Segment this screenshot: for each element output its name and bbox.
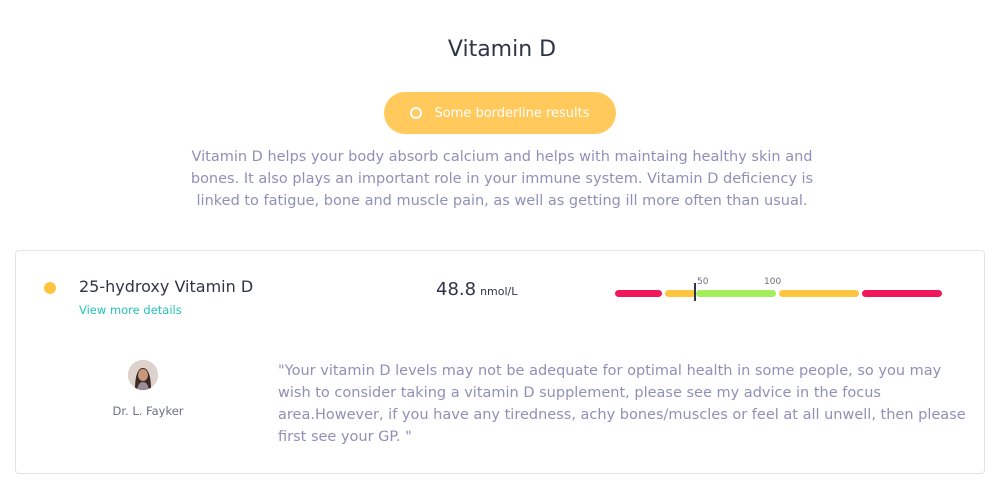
marker-result-value: 48.8 nmol/L bbox=[436, 279, 517, 300]
range-tick-50: 50 bbox=[697, 277, 709, 287]
result-unit: nmol/L bbox=[480, 285, 518, 298]
doctor-advice: "Your vitamin D levels may not be adequa… bbox=[278, 363, 966, 445]
view-more-details-link[interactable]: View more details bbox=[79, 303, 182, 317]
doctor-avatar bbox=[128, 360, 158, 390]
result-number: 48.8 bbox=[436, 279, 477, 300]
range-segment-low bbox=[615, 290, 662, 297]
status-badge: Some borderline results bbox=[384, 92, 616, 134]
range-tick-100: 100 bbox=[764, 277, 782, 287]
doctor-photo-icon bbox=[128, 360, 158, 390]
doctor-name: Dr. L. Fayker bbox=[112, 404, 184, 418]
status-badge-label: Some borderline results bbox=[434, 105, 590, 121]
vitamin-description: Vitamin D helps your body absorb calcium… bbox=[190, 149, 814, 209]
result-indicator bbox=[694, 283, 696, 301]
range-segment-high bbox=[862, 290, 942, 297]
range-segment-borderline-low bbox=[665, 290, 696, 297]
page-title: Vitamin D bbox=[447, 37, 557, 62]
marker-result-card: 25-hydroxy Vitamin D View more details 4… bbox=[15, 250, 985, 474]
range-segment-optimal bbox=[696, 290, 776, 297]
marker-name: 25-hydroxy Vitamin D bbox=[79, 277, 254, 296]
range-segment-borderline-high bbox=[779, 290, 859, 297]
reference-range-bar: 50 100 bbox=[615, 277, 943, 305]
status-dot-icon bbox=[44, 282, 56, 294]
circle-outline-icon bbox=[410, 107, 423, 119]
